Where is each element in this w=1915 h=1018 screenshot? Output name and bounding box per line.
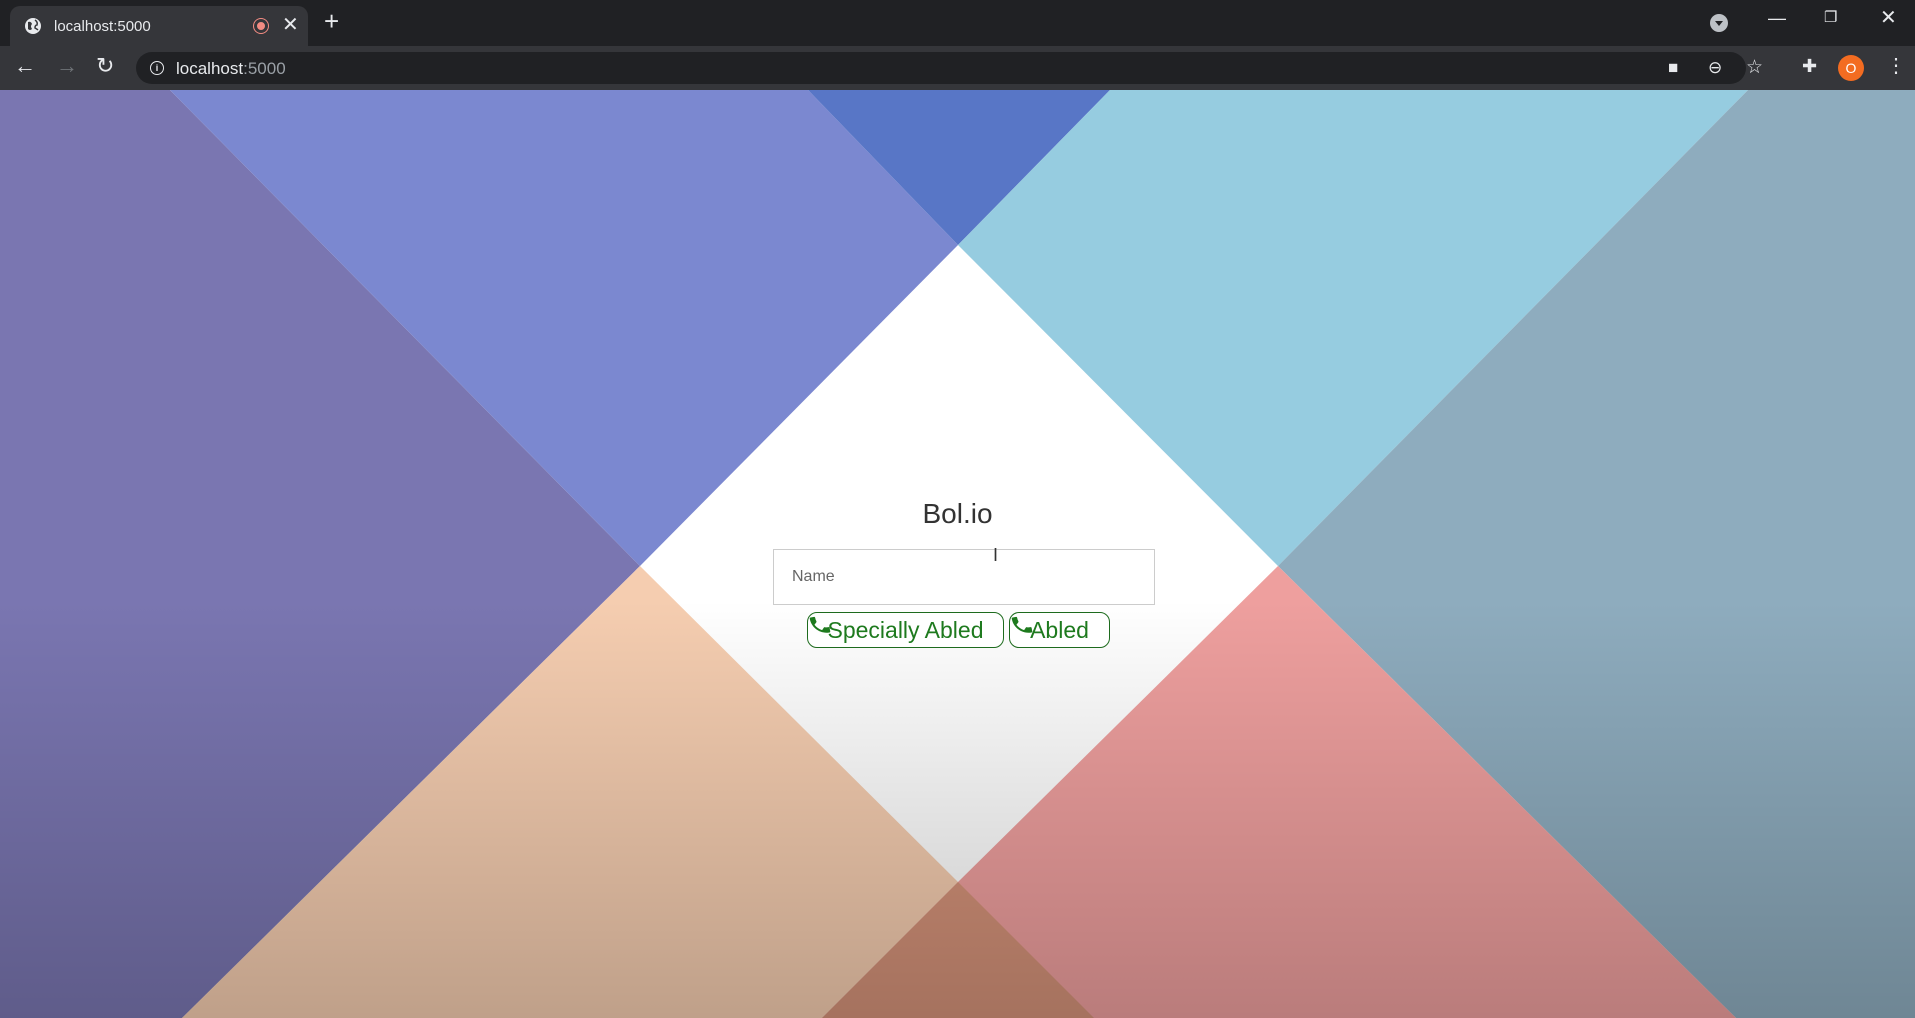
browser-toolbar: ← → ↻ i localhost:5000 ■ ⊖ ☆ ✚ O ⋮ — [0, 46, 1915, 90]
globe-icon — [25, 18, 41, 34]
phone-icon — [809, 616, 831, 633]
specially-abled-call-button[interactable]: Specially Abled — [807, 612, 1004, 648]
tab-title: localhost:5000 — [54, 18, 151, 35]
plus-icon[interactable]: + — [324, 8, 339, 34]
phone-icon — [1011, 616, 1033, 633]
kebab-menu-icon[interactable]: ⋮ — [1886, 54, 1906, 78]
recording-indicator-icon — [254, 19, 268, 33]
name-input[interactable] — [773, 549, 1155, 605]
window-close-icon[interactable]: ✕ — [1880, 8, 1897, 28]
reload-icon[interactable]: ↻ — [96, 54, 114, 78]
tab-strip: localhost:5000 ✕ + — ❐ ✕ — [0, 0, 1915, 46]
abled-label: Abled — [1030, 617, 1089, 643]
tab-search-icon[interactable] — [1710, 14, 1728, 32]
text-cursor-icon: I — [993, 545, 999, 565]
zoom-out-icon[interactable]: ⊖ — [1708, 58, 1722, 78]
url-host: localhost — [176, 59, 244, 78]
info-icon[interactable]: i — [150, 61, 164, 75]
url-text[interactable]: localhost:5000 — [176, 59, 286, 79]
close-icon[interactable]: ✕ — [282, 14, 299, 36]
page-viewport: Bol.io Specially Abled Abled I — [0, 90, 1915, 1018]
page-title: Bol.io — [922, 498, 993, 529]
camera-icon[interactable]: ■ — [1668, 58, 1678, 78]
restore-icon[interactable]: ❐ — [1824, 8, 1837, 28]
abled-call-button[interactable]: Abled — [1009, 612, 1110, 648]
star-icon[interactable]: ☆ — [1746, 58, 1763, 78]
back-arrow-icon[interactable]: ← — [14, 54, 36, 78]
specially-abled-label: Specially Abled — [827, 617, 984, 643]
minimize-icon[interactable]: — — [1768, 8, 1786, 28]
puzzle-icon[interactable]: ✚ — [1802, 56, 1817, 77]
profile-avatar[interactable]: O — [1838, 55, 1864, 81]
address-bar[interactable]: i localhost:5000 ■ ⊖ ☆ — [136, 52, 1763, 84]
browser-tab[interactable]: localhost:5000 ✕ — [10, 6, 308, 46]
url-port: :5000 — [243, 59, 286, 78]
forward-arrow-icon[interactable]: → — [56, 54, 78, 78]
